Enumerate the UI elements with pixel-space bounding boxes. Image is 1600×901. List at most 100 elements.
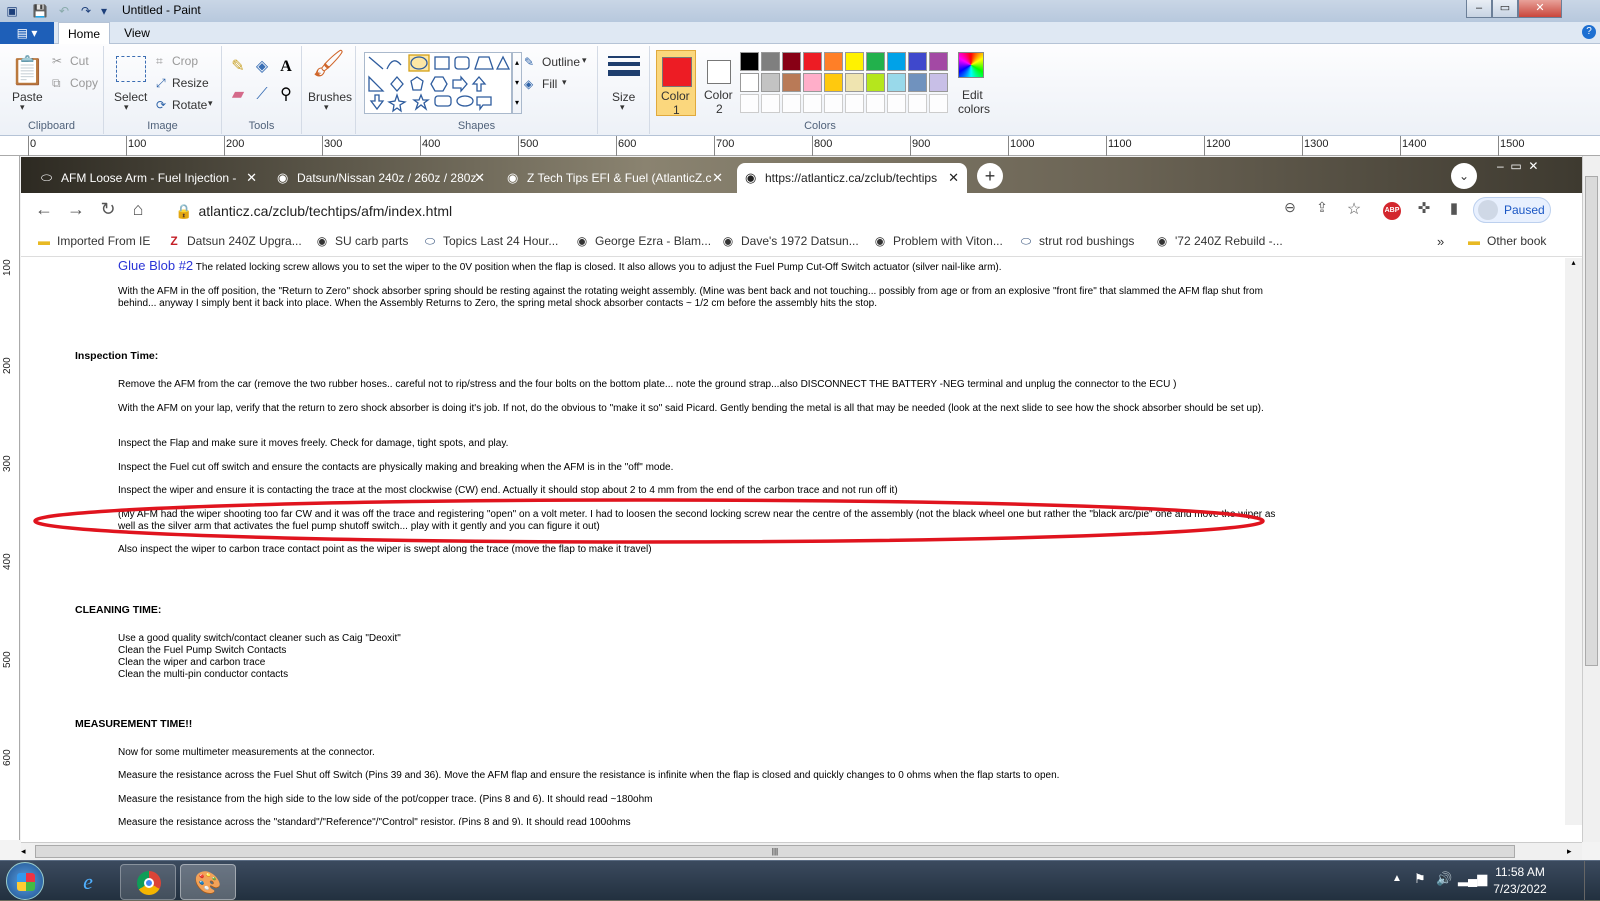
paste-button[interactable]: Paste [12, 90, 43, 104]
more-bookmarks-icon[interactable]: » [1437, 234, 1444, 249]
edit-colors-line2[interactable]: colors [958, 102, 990, 116]
size-icon[interactable] [608, 54, 640, 84]
shapes-gallery[interactable] [364, 52, 512, 114]
show-desktop-button[interactable] [1584, 861, 1600, 901]
bookmark-item[interactable]: ⬭ strut rod bushings [1019, 234, 1135, 249]
palette-swatch[interactable] [845, 94, 864, 113]
palette-swatch[interactable] [782, 94, 801, 113]
extensions-icon[interactable]: ✜ [1413, 199, 1435, 217]
cut-button[interactable]: Cut [70, 54, 89, 68]
page-vertical-scrollbar[interactable]: ▴ [1565, 258, 1582, 825]
close-button[interactable]: ✕ [1518, 0, 1562, 18]
browser-tab[interactable]: ⬭ AFM Loose Arm - Fuel Injection - ✕ [33, 163, 265, 193]
share-icon[interactable]: ⇪ [1311, 199, 1333, 216]
bookmark-item[interactable]: ◉ SU carb parts [315, 234, 409, 248]
fill-bucket-icon[interactable]: ◈ [252, 58, 272, 78]
browser-tab[interactable]: ◉ Datsun/Nissan 240z / 260z / 280z ✕ [269, 163, 493, 193]
shapes-scroll[interactable]: ▴ ▾ ▾ [512, 52, 522, 114]
palette-swatch[interactable] [866, 73, 885, 92]
back-icon[interactable]: ← [33, 199, 55, 220]
tab-home[interactable]: Home [58, 22, 110, 44]
action-center-icon[interactable]: ⚑ [1414, 871, 1426, 887]
bookmark-item[interactable]: ◉ George Ezra - Blam... [575, 234, 711, 248]
palette-swatch[interactable] [929, 52, 948, 71]
save-icon[interactable]: 💾 [32, 3, 48, 19]
palette-swatch[interactable] [908, 52, 927, 71]
close-tab-icon[interactable]: ✕ [948, 163, 959, 193]
clock-time[interactable]: 11:58 AM [1490, 865, 1550, 879]
color1-button[interactable]: Color 1 [656, 50, 696, 117]
text-tool-icon[interactable]: A [276, 58, 296, 78]
paint-vertical-scrollbar[interactable] [1582, 156, 1600, 842]
show-hidden-icons-icon[interactable]: ▲ [1392, 873, 1402, 884]
color2-button[interactable]: Color 2 [700, 50, 738, 116]
palette-swatch[interactable] [824, 94, 843, 113]
home-icon[interactable]: ⌂ [127, 199, 149, 220]
chrome-icon[interactable] [120, 864, 176, 900]
maximize-button[interactable]: ▭ [1492, 0, 1518, 18]
address-bar[interactable]: 🔒 atlanticz.ca/zclub/techtips/afm/index.h… [175, 198, 1295, 224]
scroll-up-icon[interactable]: ▴ [1568, 258, 1579, 270]
undo-icon[interactable]: ↶ [56, 3, 72, 19]
paint-vscroll-thumb[interactable] [1585, 176, 1598, 666]
palette-swatch[interactable] [824, 73, 843, 92]
palette-swatch[interactable] [782, 52, 801, 71]
fill-button[interactable]: Fill [542, 77, 557, 91]
palette-swatch[interactable] [845, 52, 864, 71]
edit-colors-line1[interactable]: Edit [962, 88, 983, 102]
side-panel-icon[interactable]: ▮ [1443, 199, 1465, 217]
color-picker-icon[interactable]: ⟋ [252, 86, 272, 106]
scroll-left-icon[interactable]: ◂ [21, 846, 33, 857]
paint-horizontal-scrollbar[interactable]: ◂ ||| ▸ [21, 842, 1582, 860]
palette-swatch[interactable] [740, 94, 759, 113]
bookmark-item[interactable]: ◉ '72 240Z Rebuild -... [1155, 234, 1283, 248]
adblock-icon[interactable]: ABP [1383, 202, 1401, 220]
palette-swatch[interactable] [824, 52, 843, 71]
copy-button[interactable]: Copy [70, 76, 98, 90]
eraser-icon[interactable]: ▰ [228, 86, 248, 106]
palette-swatch[interactable] [761, 52, 780, 71]
palette-swatch[interactable] [866, 94, 885, 113]
brushes-button[interactable]: Brushes [308, 90, 352, 104]
tab-view[interactable]: View [114, 22, 160, 44]
file-menu-button[interactable]: ▤ ▾ [0, 22, 54, 44]
paint-taskbar-icon[interactable]: 🎨 [180, 864, 236, 900]
bookmark-item[interactable]: ▬ Imported From IE [37, 234, 150, 248]
select-icon[interactable] [116, 56, 146, 82]
tab-search-icon[interactable]: ⌄ [1451, 163, 1477, 189]
resize-button[interactable]: Resize [172, 76, 209, 90]
close-tab-icon[interactable]: ✕ [712, 163, 723, 193]
select-button[interactable]: Select [114, 90, 147, 104]
palette-swatch[interactable] [866, 52, 885, 71]
crop-button[interactable]: Crop [172, 54, 198, 68]
new-tab-icon[interactable]: + [977, 163, 1003, 189]
scroll-right-icon[interactable]: ▸ [1567, 846, 1579, 857]
palette-swatch[interactable] [908, 73, 927, 92]
clock-date[interactable]: 7/23/2022 [1490, 882, 1550, 896]
minimize-button[interactable]: – [1466, 0, 1492, 18]
palette-swatch[interactable] [803, 52, 822, 71]
palette-swatch[interactable] [887, 73, 906, 92]
magnifier-icon[interactable]: ⚲ [276, 86, 296, 106]
brushes-icon[interactable]: 🖌 [312, 50, 345, 88]
forward-icon[interactable]: → [65, 199, 87, 220]
internet-explorer-icon[interactable]: e [60, 864, 116, 900]
palette-swatch[interactable] [929, 94, 948, 113]
browser-tab-active[interactable]: ◉ https://atlanticz.ca/zclub/techtips ✕ [737, 163, 967, 193]
paste-icon[interactable]: 📋 [10, 54, 45, 88]
reload-icon[interactable]: ↻ [97, 199, 119, 220]
palette-swatch[interactable] [782, 73, 801, 92]
profile-paused-button[interactable]: Paused [1473, 197, 1551, 223]
close-tab-icon[interactable]: ✕ [246, 163, 257, 193]
paint-canvas[interactable]: ⬭ AFM Loose Arm - Fuel Injection - ✕ ◉ D… [21, 157, 1582, 842]
palette-swatch[interactable] [845, 73, 864, 92]
close-tab-icon[interactable]: ✕ [474, 163, 485, 193]
network-icon[interactable]: ▂▄▆ [1458, 871, 1487, 887]
browser-window-controls-icon[interactable]: – ▭ ✕ [1497, 159, 1567, 175]
palette-swatch[interactable] [740, 52, 759, 71]
start-button[interactable] [6, 862, 44, 900]
palette-swatch[interactable] [761, 94, 780, 113]
bookmark-item[interactable]: ◉ Problem with Viton... [873, 234, 1003, 248]
quick-access-dropdown-icon[interactable]: ▾ [96, 3, 112, 19]
bookmark-item[interactable]: ⬭ Topics Last 24 Hour... [423, 234, 559, 249]
